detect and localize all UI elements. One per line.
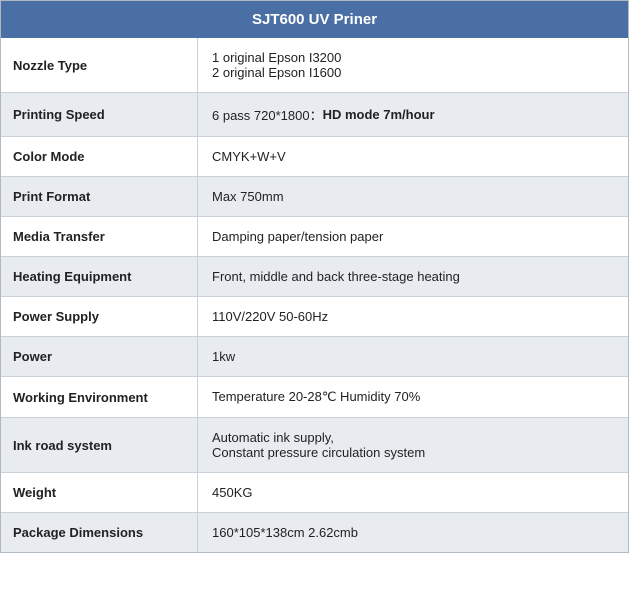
- spec-label-nozzle-type: Nozzle Type: [1, 38, 198, 92]
- spec-label-color-mode: Color Mode: [1, 137, 198, 176]
- spec-value-power: 1kw: [198, 337, 628, 376]
- spec-value-ink-road-system: Automatic ink supply,Constant pressure c…: [198, 418, 628, 472]
- spec-value-printing-speed: 6 pass 720*1800：HD mode 7m/hour: [198, 93, 628, 136]
- table-row: Power Supply110V/220V 50-60Hz: [1, 297, 628, 337]
- spec-value-heating-equipment: Front, middle and back three-stage heati…: [198, 257, 628, 296]
- spec-label-media-transfer: Media Transfer: [1, 217, 198, 256]
- spec-label-heating-equipment: Heating Equipment: [1, 257, 198, 296]
- spec-table: SJT600 UV Priner Nozzle Type1 original E…: [0, 0, 629, 553]
- spec-value-color-mode: CMYK+W+V: [198, 137, 628, 176]
- spec-label-print-format: Print Format: [1, 177, 198, 216]
- table-row: Ink road systemAutomatic ink supply,Cons…: [1, 418, 628, 473]
- table-row: Heating EquipmentFront, middle and back …: [1, 257, 628, 297]
- spec-value-nozzle-type: 1 original Epson I32002 original Epson I…: [198, 38, 628, 92]
- table-row: Power1kw: [1, 337, 628, 377]
- spec-value-working-environment: Temperature 20-28℃ Humidity 70%: [198, 377, 628, 417]
- spec-value-media-transfer: Damping paper/tension paper: [198, 217, 628, 256]
- spec-value-print-format: Max 750mm: [198, 177, 628, 216]
- table-row: Nozzle Type1 original Epson I32002 origi…: [1, 38, 628, 93]
- spec-value-weight: 450KG: [198, 473, 628, 512]
- table-row: Color ModeCMYK+W+V: [1, 137, 628, 177]
- spec-value-power-supply: 110V/220V 50-60Hz: [198, 297, 628, 336]
- spec-label-printing-speed: Printing Speed: [1, 93, 198, 136]
- table-row: Printing Speed6 pass 720*1800：HD mode 7m…: [1, 93, 628, 137]
- table-row: Package Dimensions160*105*138cm 2.62cmb: [1, 513, 628, 552]
- spec-value-package-dimensions: 160*105*138cm 2.62cmb: [198, 513, 628, 552]
- table-header: SJT600 UV Priner: [1, 1, 628, 38]
- spec-label-power-supply: Power Supply: [1, 297, 198, 336]
- spec-label-weight: Weight: [1, 473, 198, 512]
- spec-label-power: Power: [1, 337, 198, 376]
- spec-label-working-environment: Working Environment: [1, 377, 198, 417]
- table-row: Print FormatMax 750mm: [1, 177, 628, 217]
- spec-label-package-dimensions: Package Dimensions: [1, 513, 198, 552]
- table-row: Working EnvironmentTemperature 20-28℃ Hu…: [1, 377, 628, 418]
- table-title: SJT600 UV Priner: [252, 11, 377, 28]
- spec-label-ink-road-system: Ink road system: [1, 418, 198, 472]
- table-row: Media TransferDamping paper/tension pape…: [1, 217, 628, 257]
- table-row: Weight450KG: [1, 473, 628, 513]
